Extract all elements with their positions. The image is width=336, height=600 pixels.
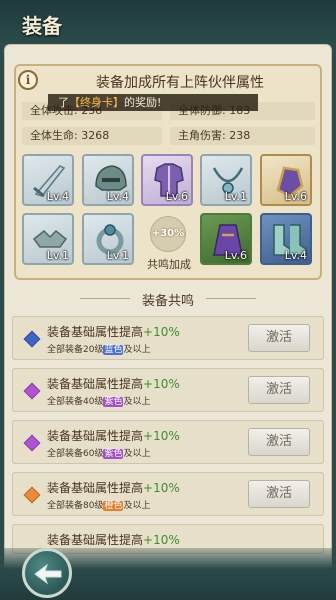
- resonance-row: 装备基础属性提高+10% 全部装备80级橙色及以上 激活: [12, 472, 324, 516]
- resonance-requirement: 全部装备80级橙色及以上: [47, 498, 150, 511]
- resonance-plus: +10%: [143, 481, 180, 495]
- resonance-title-text: 装备基础属性提高: [47, 377, 144, 391]
- resonance-title: 装备基础属性提高+10%: [47, 375, 180, 392]
- equip-slot-gauntlet[interactable]: Lv.6: [260, 154, 312, 206]
- page-title: 装备: [22, 14, 62, 38]
- equip-slot-bracer[interactable]: Lv.1: [22, 213, 74, 265]
- resonance-requirement: 全部装备20级蓝色及以上: [47, 342, 150, 355]
- resonance-section-title: 装备共鸣: [0, 290, 336, 309]
- activate-button[interactable]: 激活: [248, 376, 310, 404]
- gem-icon: [23, 382, 41, 400]
- activate-button[interactable]: 激活: [248, 428, 310, 456]
- activate-button[interactable]: 激活: [248, 480, 310, 508]
- toast-suffix: 的奖励!: [124, 96, 162, 109]
- equip-slot-armor[interactable]: Lv.6: [141, 154, 193, 206]
- resonance-plus: +10%: [143, 377, 180, 391]
- requirement-suffix: 及以上: [123, 397, 151, 407]
- resonance-bonus-badge: +30%: [150, 216, 186, 252]
- resonance-plus: +10%: [143, 429, 180, 443]
- equip-slot-helmet[interactable]: Lv.4: [82, 154, 134, 206]
- resonance-title-text: 装备基础属性提高: [47, 481, 144, 495]
- requirement-suffix: 及以上: [123, 449, 151, 459]
- equip-level: Lv.4: [46, 190, 69, 203]
- equip-level: Lv.6: [224, 249, 247, 262]
- equip-level: Lv.4: [106, 190, 129, 203]
- equip-level: Lv.6: [165, 190, 188, 203]
- requirement-prefix: 全部装备80级: [47, 501, 104, 511]
- resonance-row: 装备基础属性提高+10% 全部装备60级紫色及以上 激活: [12, 420, 324, 464]
- back-arrow-icon: [34, 563, 62, 585]
- resonance-row: 装备基础属性提高+10% 全部装备20级蓝色及以上 激活: [12, 316, 324, 360]
- equip-level: Lv.4: [284, 249, 307, 262]
- requirement-suffix: 及以上: [123, 501, 151, 511]
- summary-title: 装备加成所有上阵伙伴属性: [96, 75, 264, 91]
- resonance-title: 装备基础属性提高+10%: [47, 323, 180, 340]
- requirement-quality: 紫色: [103, 449, 124, 459]
- equip-slot-boots[interactable]: Lv.4: [260, 213, 312, 265]
- reward-toast: 了【终身卡】的奖励!: [48, 94, 258, 111]
- equip-level: Lv.1: [46, 249, 69, 262]
- equip-slot-ring[interactable]: Lv.1: [82, 213, 134, 265]
- requirement-quality: 橙色: [103, 501, 124, 511]
- equip-level: Lv.1: [224, 190, 247, 203]
- stat-health: 全体生命: 3268: [22, 127, 162, 145]
- equip-slot-necklace[interactable]: Lv.1: [200, 154, 252, 206]
- requirement-quality: 紫色: [103, 397, 124, 407]
- resonance-requirement: 全部装备60级紫色及以上: [47, 446, 150, 459]
- equip-level: Lv.6: [284, 190, 307, 203]
- resonance-title-text: 装备基础属性提高: [47, 429, 144, 443]
- equip-slot-sword[interactable]: Lv.4: [22, 154, 74, 206]
- resonance-row: 装备基础属性提高+10% 全部装备40级紫色及以上 激活: [12, 368, 324, 412]
- resonance-title-text: 装备基础属性提高: [47, 533, 144, 547]
- requirement-quality: 蓝色: [103, 345, 124, 355]
- gem-icon: [23, 486, 41, 504]
- resonance-title: 装备基础属性提高+10%: [47, 531, 180, 548]
- equip-slot-robe[interactable]: Lv.6: [200, 213, 252, 265]
- resonance-title: 装备基础属性提高+10%: [47, 427, 180, 444]
- gem-icon: [23, 330, 41, 348]
- requirement-prefix: 全部装备40级: [47, 397, 104, 407]
- activate-button[interactable]: 激活: [248, 324, 310, 352]
- toast-prefix: 了: [58, 96, 69, 109]
- resonance-title: 装备基础属性提高+10%: [47, 479, 180, 496]
- requirement-suffix: 及以上: [123, 345, 151, 355]
- toast-item: 【终身卡】: [69, 96, 124, 109]
- stat-hero-damage: 主角伤害: 238: [170, 127, 315, 145]
- info-icon[interactable]: i: [18, 70, 38, 90]
- gem-icon: [23, 434, 41, 452]
- resonance-plus: +10%: [143, 533, 180, 547]
- resonance-requirement: 全部装备40级紫色及以上: [47, 394, 150, 407]
- back-button[interactable]: [22, 548, 72, 598]
- requirement-prefix: 全部装备20级: [47, 345, 104, 355]
- resonance-bonus-label: 共鸣加成: [147, 258, 191, 271]
- resonance-plus: +10%: [143, 325, 180, 339]
- resonance-title-text: 装备基础属性提高: [47, 325, 144, 339]
- requirement-prefix: 全部装备60级: [47, 449, 104, 459]
- equip-level: Lv.1: [106, 249, 129, 262]
